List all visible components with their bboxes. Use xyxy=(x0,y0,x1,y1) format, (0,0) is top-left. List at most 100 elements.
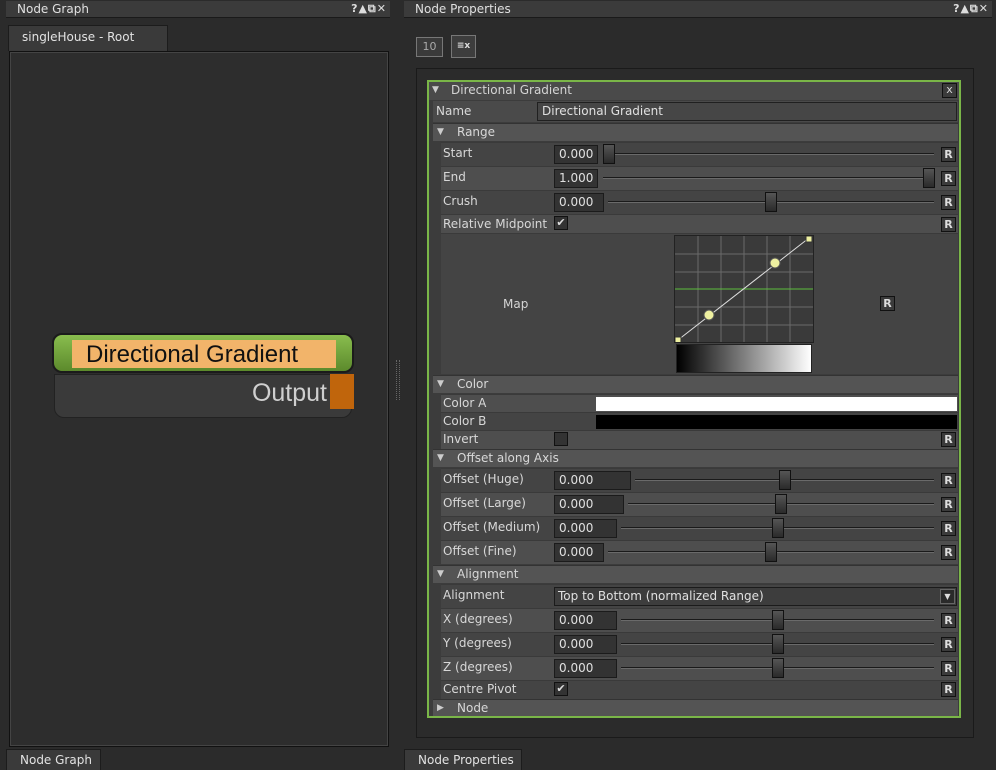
color-b-row: Color B xyxy=(441,412,958,430)
start-field[interactable]: 0.000 xyxy=(554,145,598,164)
reset-button[interactable]: R xyxy=(941,171,956,186)
offset-medium-value: 0.000 xyxy=(559,521,594,535)
offset-large-value: 0.000 xyxy=(559,497,594,511)
crush-field[interactable]: 0.000 xyxy=(554,193,604,212)
node-properties-title-bar: Node Properties ?▲⧉✕ xyxy=(404,1,992,18)
graph-node[interactable]: Directional Gradient xyxy=(52,333,354,373)
clear-properties-button[interactable]: ≡x xyxy=(451,35,476,58)
centre-pivot-checkbox[interactable]: ✔ xyxy=(554,682,568,696)
reset-button[interactable]: R xyxy=(941,682,956,697)
reset-button[interactable]: R xyxy=(941,545,956,560)
alignment-row: Alignment Top to Bottom (normalized Rang… xyxy=(441,584,958,608)
color-b-label: Color B xyxy=(443,414,487,428)
invert-label: Invert xyxy=(443,432,479,446)
bottom-tab-label: Node Properties xyxy=(418,753,514,767)
map-curve-svg[interactable] xyxy=(674,235,813,344)
collapse-triangle-icon: ▼ xyxy=(437,453,444,463)
map-row: Map R xyxy=(441,233,958,374)
reset-button[interactable]: R xyxy=(941,432,956,447)
node-graph-title: Node Graph xyxy=(17,2,89,16)
crush-row: Crush 0.000 R xyxy=(441,190,958,214)
offset-huge-field[interactable]: 0.000 xyxy=(554,471,631,490)
section-title: Range xyxy=(457,125,496,139)
crush-value: 0.000 xyxy=(559,195,594,209)
graph-node-title: Directional Gradient xyxy=(86,341,299,368)
name-field[interactable]: Directional Gradient xyxy=(537,102,957,121)
reset-button[interactable]: R xyxy=(941,613,956,628)
section-range[interactable]: ▼ Range xyxy=(433,123,958,141)
map-reset-button[interactable]: R xyxy=(880,296,895,311)
output-port[interactable] xyxy=(330,374,354,409)
offset-fine-field[interactable]: 0.000 xyxy=(554,543,604,562)
offset-medium-slider-thumb[interactable] xyxy=(772,518,784,538)
section-color[interactable]: ▼ Color xyxy=(433,375,958,393)
x-degrees-field[interactable]: 0.000 xyxy=(554,611,617,630)
panel-window-buttons[interactable]: ?▲⧉✕ xyxy=(351,1,387,17)
end-slider-thumb[interactable] xyxy=(923,168,935,188)
map-curve-editor[interactable] xyxy=(674,235,814,344)
relative-midpoint-label: Relative Midpoint xyxy=(443,217,548,231)
reset-button[interactable]: R xyxy=(941,147,956,162)
reset-button[interactable]: R xyxy=(941,521,956,536)
offset-huge-value: 0.000 xyxy=(559,473,594,487)
z-degrees-field[interactable]: 0.000 xyxy=(554,659,617,678)
x-degrees-row: X (degrees) 0.000 R xyxy=(441,608,958,632)
y-degrees-field[interactable]: 0.000 xyxy=(554,635,617,654)
relative-midpoint-checkbox[interactable]: ✔ xyxy=(554,216,568,230)
tab-node-graph-bottom[interactable]: Node Graph xyxy=(6,749,101,770)
start-slider-track[interactable] xyxy=(605,153,934,155)
color-a-swatch[interactable] xyxy=(596,397,957,411)
color-a-label: Color A xyxy=(443,396,487,410)
history-count: 10 xyxy=(422,40,437,53)
y-degrees-value: 0.000 xyxy=(559,637,594,651)
offset-large-field[interactable]: 0.000 xyxy=(554,495,624,514)
collapse-triangle-icon: ▼ xyxy=(437,569,444,579)
crush-slider-thumb[interactable] xyxy=(765,192,777,212)
invert-checkbox[interactable] xyxy=(554,432,568,446)
z-degrees-value: 0.000 xyxy=(559,661,594,675)
clear-icon: ≡x xyxy=(456,41,471,51)
alignment-label: Alignment xyxy=(443,588,505,602)
node-header: ▼ Directional Gradient x xyxy=(429,82,959,100)
end-slider-track[interactable] xyxy=(603,177,934,179)
section-title: Offset along Axis xyxy=(457,451,559,465)
offset-fine-slider-thumb[interactable] xyxy=(765,542,777,562)
section-alignment[interactable]: ▼ Alignment xyxy=(433,565,958,583)
collapse-triangle-icon: ▼ xyxy=(437,379,444,389)
alignment-dropdown[interactable]: Top to Bottom (normalized Range) ▼ xyxy=(554,587,957,606)
close-node-button[interactable]: x xyxy=(942,83,957,98)
tab-single-house-root[interactable]: singleHouse - Root xyxy=(8,25,168,51)
start-slider-thumb[interactable] xyxy=(603,144,615,164)
x-degrees-slider-thumb[interactable] xyxy=(772,610,784,630)
section-node[interactable]: ▶ Node xyxy=(433,699,958,716)
output-label: Output xyxy=(251,379,327,407)
graph-node-title-field: Directional Gradient xyxy=(72,340,336,368)
map-gradient-preview xyxy=(676,344,812,373)
reset-button[interactable]: R xyxy=(941,217,956,232)
reset-button[interactable]: R xyxy=(941,195,956,210)
panel-window-buttons[interactable]: ?▲⧉✕ xyxy=(953,1,989,17)
y-degrees-slider-thumb[interactable] xyxy=(772,634,784,654)
offset-medium-field[interactable]: 0.000 xyxy=(554,519,617,538)
section-offset-along-axis[interactable]: ▼ Offset along Axis xyxy=(433,449,958,467)
end-label: End xyxy=(443,170,466,184)
chevron-down-icon: ▼ xyxy=(940,589,955,604)
tab-node-properties-bottom[interactable]: Node Properties xyxy=(404,749,522,770)
history-count-field[interactable]: 10 xyxy=(416,37,443,57)
node-graph-title-bar: Node Graph ?▲⧉✕ xyxy=(6,1,390,18)
color-b-swatch[interactable] xyxy=(596,415,957,429)
collapse-triangle-icon[interactable]: ▼ xyxy=(432,85,439,95)
reset-button[interactable]: R xyxy=(941,661,956,676)
offset-large-slider-thumb[interactable] xyxy=(775,494,787,514)
reset-button[interactable]: R xyxy=(941,637,956,652)
reset-button[interactable]: R xyxy=(941,473,956,488)
reset-button[interactable]: R xyxy=(941,497,956,512)
end-field[interactable]: 1.000 xyxy=(554,169,598,188)
expand-triangle-icon: ▶ xyxy=(437,703,444,713)
z-degrees-slider-thumb[interactable] xyxy=(772,658,784,678)
start-row: Start 0.000 R xyxy=(441,142,958,166)
panel-splitter[interactable] xyxy=(396,360,400,400)
z-degrees-row: Z (degrees) 0.000 R xyxy=(441,656,958,680)
name-value: Directional Gradient xyxy=(542,104,663,118)
offset-huge-slider-thumb[interactable] xyxy=(779,470,791,490)
